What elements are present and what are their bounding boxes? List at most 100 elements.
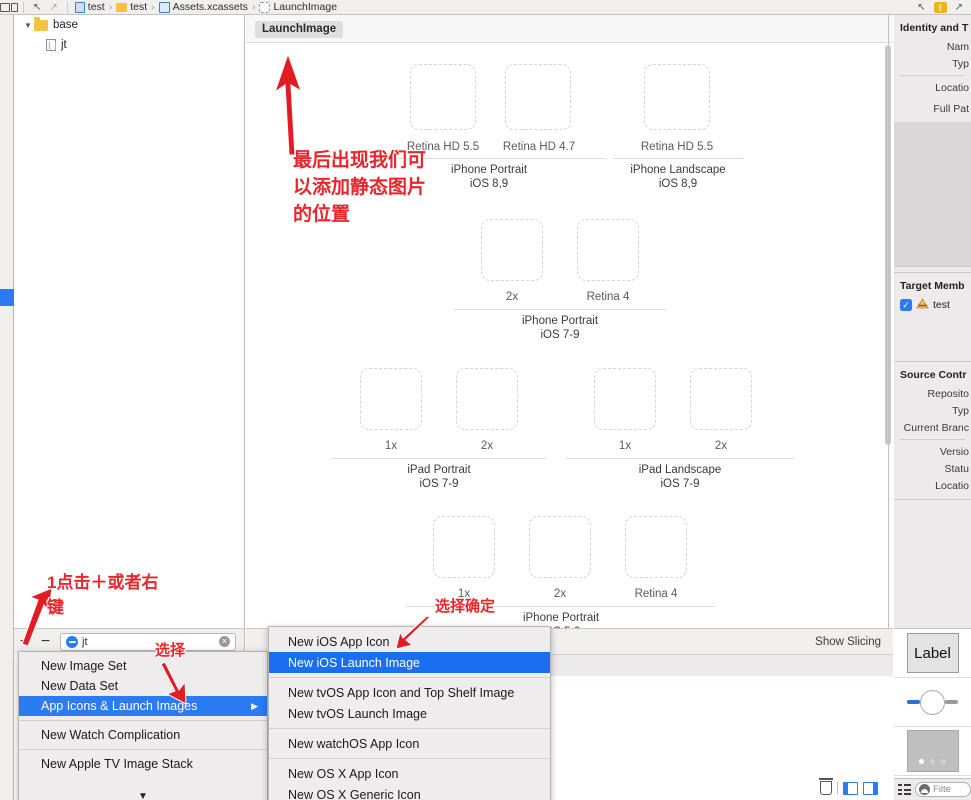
asset-slot-label: 2x: [436, 440, 538, 452]
annotation-text-3: 选择: [155, 641, 185, 661]
group-title-line2: iOS 7-9: [332, 478, 546, 492]
asset-slot[interactable]: [410, 64, 476, 130]
inspector-field-version: Versio: [894, 443, 971, 460]
group-title-line1: iPad Landscape: [566, 464, 794, 478]
menu-item-clipped[interactable]: [19, 774, 267, 788]
navigator-search-input[interactable]: jt ×: [60, 633, 236, 651]
library-item-page-control[interactable]: [894, 727, 971, 776]
divider: [23, 2, 24, 13]
group-divider: [332, 458, 546, 459]
asset-slot[interactable]: [481, 219, 543, 281]
menu-item-label: [41, 774, 44, 788]
forward-arrow-icon[interactable]: ↗: [951, 2, 967, 13]
show-slicing-button[interactable]: Show Slicing: [815, 636, 881, 648]
asset-slot[interactable]: [433, 516, 495, 578]
asset-slot[interactable]: [594, 368, 656, 430]
inspector-field-branch: Current Branc: [894, 419, 971, 436]
group-title: iPad Landscape iOS 7-9: [566, 464, 794, 491]
inspector-field-type: Typ: [894, 55, 971, 72]
breadcrumb-bar: ↖ ↗ test › test › Assets.xcassets › Laun…: [0, 0, 971, 15]
submenu-item-new-watchos-app-icon[interactable]: New watchOS App Icon: [269, 733, 550, 754]
panel-left-toggle-icon[interactable]: [843, 782, 858, 795]
asset-slot[interactable]: [360, 368, 422, 430]
breadcrumb-item-launchimage[interactable]: LaunchImage: [257, 1, 339, 13]
filter-icon: [919, 784, 930, 795]
submenu-item-new-ios-launch-image[interactable]: New iOS Launch Image: [269, 652, 550, 673]
asset-slot[interactable]: [505, 64, 571, 130]
slider-track-left: [907, 700, 920, 704]
asset-slot[interactable]: [456, 368, 518, 430]
back-arrow-icon[interactable]: ↖: [29, 2, 45, 13]
editor-header: LaunchImage: [246, 15, 893, 43]
tree-item-label: base: [53, 19, 78, 31]
asset-slot-label: Retina 4: [557, 291, 659, 303]
menu-item-label: New Watch Complication: [41, 728, 180, 742]
submenu-item-label: New tvOS App Icon and Top Shelf Image: [288, 686, 514, 700]
project-icon: [75, 2, 85, 13]
list-view-icon[interactable]: [898, 784, 911, 795]
breadcrumb-item-assets[interactable]: Assets.xcassets: [157, 1, 250, 13]
tree-row-jt[interactable]: jt: [14, 35, 244, 55]
annotation-arrow-1: [272, 50, 322, 160]
inspector-field-repository: Reposito: [894, 385, 971, 402]
clear-icon[interactable]: ×: [219, 636, 230, 647]
asset-slot[interactable]: [529, 516, 591, 578]
menu-item-new-image-set[interactable]: New Image Set: [19, 656, 267, 676]
launchimage-icon: [259, 2, 270, 13]
annotation-line: 1点击＋或者右: [47, 570, 212, 595]
target-membership-row[interactable]: ✓ test: [894, 296, 971, 314]
library-item-slider[interactable]: [894, 678, 971, 727]
asset-slot[interactable]: [577, 219, 639, 281]
asset-slot[interactable]: [690, 368, 752, 430]
menu-item-new-data-set[interactable]: New Data Set: [19, 676, 267, 696]
panel-right-icon: [11, 3, 18, 12]
left-edge-gutter: [0, 15, 14, 800]
panel-right-toggle-icon[interactable]: [863, 782, 878, 795]
forward-arrow-icon[interactable]: ↗: [45, 2, 61, 13]
submenu-item-label: New tvOS Launch Image: [288, 707, 427, 721]
inspector-field-name: Nam: [894, 38, 971, 55]
warning-badge-icon[interactable]: !: [934, 2, 947, 13]
submenu-item-label: New iOS App Icon: [288, 635, 389, 649]
asset-slot[interactable]: [644, 64, 710, 130]
breadcrumb-item-folder[interactable]: test: [114, 1, 149, 13]
chevron-right-icon: ▶: [251, 701, 258, 712]
trash-icon[interactable]: [820, 781, 832, 795]
menu-separator: [19, 749, 267, 750]
inspector-blank-area: [894, 122, 971, 267]
object-library: Label: [894, 628, 971, 778]
group-divider: [613, 158, 743, 159]
asset-slot-label: Retina HD 5.5: [624, 141, 730, 153]
submenu-app-icons-launch-images: New iOS App Icon New iOS Launch Image Ne…: [268, 626, 551, 800]
window-layout-toggle[interactable]: [0, 0, 18, 15]
asset-slot[interactable]: [625, 516, 687, 578]
submenu-item-label: New watchOS App Icon: [288, 737, 419, 751]
breadcrumb-separator: ›: [149, 1, 157, 13]
submenu-item-new-osx-generic-icon[interactable]: New OS X Generic Icon: [269, 784, 550, 800]
submenu-item-new-osx-app-icon[interactable]: New OS X App Icon: [269, 763, 550, 784]
library-filter-input[interactable]: Filte: [915, 782, 971, 797]
annotation-line: 的位置: [293, 201, 453, 228]
gutter-marker[interactable]: [0, 289, 14, 306]
library-bottom-bar: Filte: [894, 778, 971, 800]
menu-scroll-down-icon[interactable]: ▼: [19, 788, 267, 800]
asset-slot-label: 1x: [574, 440, 676, 452]
submenu-item-new-tvos-launch-image[interactable]: New tvOS Launch Image: [269, 703, 550, 724]
chevron-down-icon[interactable]: ▼: [22, 21, 34, 30]
tree-item-label: jt: [61, 39, 67, 51]
tree-row-base[interactable]: ▼ base: [14, 15, 244, 35]
submenu-item-new-tvos-app-icon[interactable]: New tvOS App Icon and Top Shelf Image: [269, 682, 550, 703]
back-arrow-icon[interactable]: ↖: [913, 2, 929, 13]
menu-item-new-apple-tv-image-stack[interactable]: New Apple TV Image Stack: [19, 754, 267, 774]
annotation-line: 最后出现我们可: [293, 147, 453, 174]
library-item-label[interactable]: Label: [894, 629, 971, 678]
checkbox[interactable]: ✓: [900, 299, 912, 311]
breadcrumb-item-project[interactable]: test: [73, 1, 107, 13]
menu-item-app-icons-launch-images[interactable]: App Icons & Launch Images ▶: [19, 696, 267, 716]
group-divider: [454, 309, 666, 310]
group-title-line1: iPhone Landscape: [613, 164, 743, 178]
search-value: jt: [82, 636, 88, 648]
menu-item-new-watch-complication[interactable]: New Watch Complication: [19, 725, 267, 745]
annotation-arrow-3: [160, 660, 194, 706]
page-dot: [941, 759, 946, 764]
